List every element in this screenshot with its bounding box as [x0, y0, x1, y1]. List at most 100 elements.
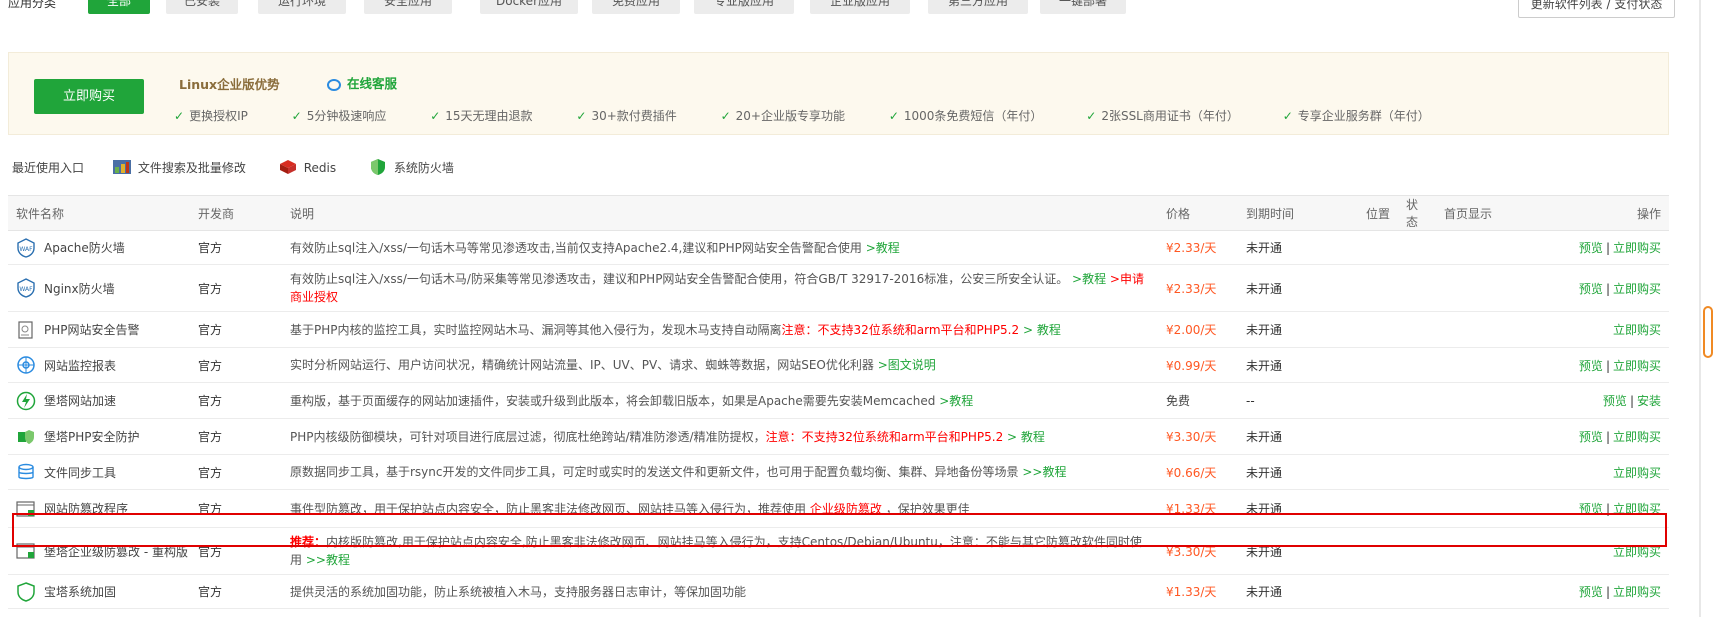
tab-runtime[interactable]: 运行环境 — [258, 0, 346, 14]
table-row: 堡塔网站加速 官方 重构版，基于页面缓存的网站加速插件，安装或升级到此版本，将会… — [8, 382, 1669, 419]
price-cell: ¥3.30/天 — [1158, 418, 1238, 455]
dev-cell: 官方 — [190, 489, 282, 528]
buy-link[interactable]: 立即购买 — [1613, 282, 1661, 296]
tutorial-link[interactable]: >教程 — [1072, 272, 1106, 286]
tab-installed[interactable]: 已安装 — [166, 0, 238, 14]
buy-link[interactable]: 立即购买 — [1613, 585, 1661, 599]
preview-link[interactable]: 预览 — [1579, 430, 1603, 444]
check-icon: ✓ — [174, 109, 185, 123]
table-row-selected: 网站防篡改程序 官方 事件型防篡改，用于保护站点内容安全，防止黑客非法修改网页、… — [8, 489, 1669, 528]
tutorial-link[interactable]: >教程 — [939, 394, 973, 408]
buy-link[interactable]: 立即购买 — [1613, 502, 1661, 516]
recent-item-redis[interactable]: Redis — [278, 160, 340, 175]
feature-item: ✓ 2张SSL商用证书（年付） — [1086, 109, 1239, 123]
preview-link[interactable]: 预览 — [1579, 359, 1603, 373]
preview-link[interactable]: 预览 — [1579, 282, 1603, 296]
col-expire[interactable]: 到期时间 — [1238, 195, 1358, 231]
tab-pro[interactable]: 专业版应用 — [694, 0, 794, 14]
shield-icon — [370, 159, 385, 175]
desc-cell: PHP内核级防御模块，可针对项目进行底层过滤，彻底杜绝跨站/精准防渗透/精准防提… — [282, 418, 1158, 455]
buy-link[interactable]: 立即购买 — [1613, 466, 1661, 480]
tab-free[interactable]: 免费应用 — [592, 0, 680, 14]
update-software-list-button[interactable]: 更新软件列表 / 支付状态 — [1518, 0, 1675, 18]
ops-cell: 预览 | 立即购买 — [1514, 230, 1669, 265]
system-harden-icon — [17, 581, 35, 602]
warning-text: 注意：不支持32位系统和arm平台和PHP5.2 — [781, 322, 1020, 337]
tab-all[interactable]: 全部 — [88, 0, 150, 14]
dev-cell: 官方 — [190, 311, 282, 348]
preview-link[interactable]: 预览 — [1579, 502, 1603, 516]
price-cell: ¥1.33/天 — [1158, 574, 1238, 609]
buy-now-button[interactable]: 立即购买 — [34, 79, 144, 114]
recent-item-firewall[interactable]: 系统防火墙 — [368, 159, 454, 175]
software-name[interactable]: WAF Apache防火墙 — [16, 237, 182, 258]
col-ops: 操作 — [1514, 195, 1669, 231]
buy-link[interactable]: 立即购买 — [1613, 545, 1661, 559]
tutorial-link[interactable]: > 教程 — [1007, 430, 1045, 444]
check-icon: ✓ — [1086, 109, 1097, 123]
desc-cell: 重构版，基于页面缓存的网站加速插件，安装或升级到此版本，将会卸载旧版本，如果是A… — [282, 382, 1158, 419]
price-cell: ¥0.66/天 — [1158, 454, 1238, 490]
tab-third-party[interactable]: 第三方应用 — [928, 0, 1028, 14]
software-name[interactable]: 网站防篡改程序 — [16, 499, 182, 519]
category-bar: 应用分类 全部 已安装 运行环境 安全应用 Docker应用 免费应用 专业版应… — [8, 0, 1677, 16]
tutorial-link[interactable]: > 教程 — [1023, 323, 1061, 337]
install-link[interactable]: 安装 — [1637, 394, 1661, 408]
price-cell: ¥2.00/天 — [1158, 311, 1238, 348]
ops-cell: 预览 | 立即购买 — [1514, 264, 1669, 312]
feature-item: ✓ 更换授权IP — [174, 109, 248, 123]
redis-icon — [279, 160, 296, 174]
desc-cell: 原数据同步工具，基于rsync开发的文件同步工具，可定时或实时的发送文件和更新文… — [282, 454, 1158, 490]
table-header: 软件名称 开发商 说明 价格 到期时间 位置 状态 首页显示 操作 — [8, 195, 1669, 231]
buy-link[interactable]: 立即购买 — [1613, 323, 1661, 337]
software-name[interactable]: PHP网站安全告警 — [16, 320, 182, 340]
software-name[interactable]: WAF Nginx防火墙 — [16, 278, 182, 298]
tutorial-link[interactable]: >图文说明 — [878, 358, 936, 372]
preview-link[interactable]: 预览 — [1579, 241, 1603, 255]
svg-text:WAF: WAF — [19, 246, 33, 253]
price-cell: ¥0.99/天 — [1158, 347, 1238, 383]
desc-cell: 实时分析网站运行、用户访问状况，精确统计网站流量、IP、UV、PV、请求、蜘蛛等… — [282, 347, 1158, 383]
software-name[interactable]: 文件同步工具 — [16, 462, 182, 482]
software-name[interactable]: 堡塔PHP安全防护 — [16, 427, 182, 447]
check-icon: ✓ — [291, 109, 302, 123]
buy-link[interactable]: 立即购买 — [1613, 430, 1661, 444]
expire-cell: 未开通 — [1238, 347, 1358, 383]
scrollbar-thumb[interactable] — [1703, 306, 1713, 358]
preview-link[interactable]: 预览 — [1579, 585, 1603, 599]
tab-enterprise[interactable]: 企业版应用 — [810, 0, 910, 14]
monitor-icon — [17, 356, 35, 374]
expire-cell: 未开通 — [1238, 454, 1358, 490]
col-price[interactable]: 价格 — [1158, 195, 1238, 231]
preview-link[interactable]: 预览 — [1603, 394, 1627, 408]
warning-text: 注意：不支持32位系统和arm平台和PHP5.2 — [765, 429, 1004, 444]
recent-item-file-search[interactable]: 文件搜索及批量修改 — [112, 160, 250, 175]
table-row: 宝塔系统加固 官方 提供灵活的系统加固功能，防止系统被植入木马，支持服务器日志审… — [8, 574, 1669, 609]
col-dev: 开发商 — [190, 195, 282, 231]
dev-cell: 官方 — [190, 382, 282, 419]
dev-cell: 官方 — [190, 527, 282, 575]
tab-security[interactable]: 安全应用 — [364, 0, 452, 14]
expire-cell: 未开通 — [1238, 418, 1358, 455]
col-name[interactable]: 软件名称 — [8, 195, 190, 231]
enterprise-tamper-link[interactable]: 企业级防篡改 — [810, 502, 882, 516]
tutorial-link[interactable]: >>教程 — [1022, 465, 1066, 479]
buy-link[interactable]: 立即购买 — [1613, 359, 1661, 373]
dev-cell: 官方 — [190, 574, 282, 609]
chat-icon — [327, 79, 341, 91]
buy-link[interactable]: 立即购买 — [1613, 241, 1661, 255]
tutorial-link[interactable]: >教程 — [866, 241, 900, 255]
database-sync-icon — [18, 463, 34, 480]
price-cell: ¥1.33/天 — [1158, 489, 1238, 528]
tab-one-click[interactable]: 一键部署 — [1040, 0, 1126, 14]
tutorial-link[interactable]: >>教程 — [306, 553, 350, 567]
feature-item: ✓ 30+款付费插件 — [576, 109, 677, 123]
software-name[interactable]: 宝塔系统加固 — [16, 581, 182, 602]
software-name[interactable]: 堡塔企业级防篡改 - 重构版 — [16, 541, 188, 561]
software-name[interactable]: 堡塔网站加速 — [16, 391, 182, 411]
ops-cell: 立即购买 — [1514, 454, 1669, 490]
tab-docker[interactable]: Docker应用 — [480, 0, 578, 14]
software-name[interactable]: 网站监控报表 — [16, 355, 182, 375]
file-search-icon — [112, 160, 131, 174]
online-service-link[interactable]: 在线客服 — [327, 73, 397, 92]
